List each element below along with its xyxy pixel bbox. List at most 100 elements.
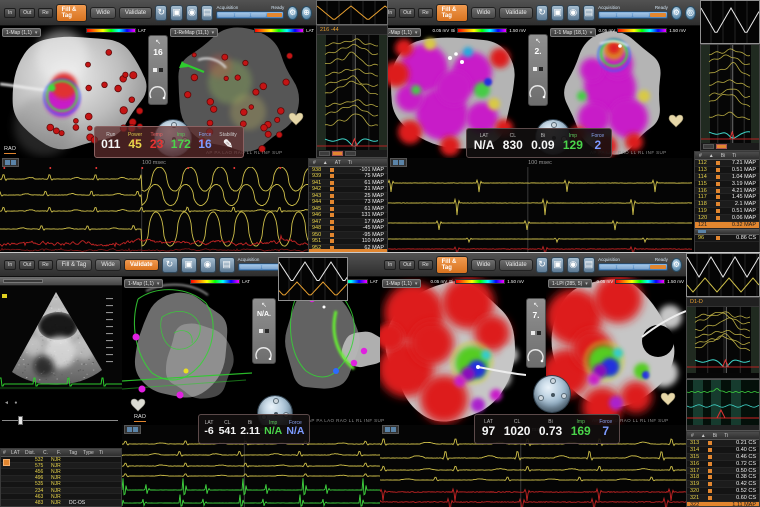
acquisition-segments[interactable] [598,11,668,19]
acquisition-segments[interactable] [216,11,284,19]
acquisition-segments[interactable] [598,263,668,271]
monitor-icon[interactable]: ▣ [551,257,564,273]
tab-wide[interactable]: Wide [471,259,497,271]
dial-steps[interactable] [258,320,270,338]
tab-fill-and-tag[interactable]: Fill & Tag [436,4,468,22]
zoom-dial-panel-br[interactable]: ↖ 7. [526,298,546,368]
point-row[interactable]: 1164.21 MAP [695,188,759,195]
map-title-dropdown[interactable]: 1-Map (1,1)▾ [2,28,41,37]
points-table-br[interactable]: #▲ BiTi 3130.21 CS 3140.40 CS 3150.46 CS… [686,431,760,507]
point-row[interactable]: 3160.72 CS [687,461,759,468]
printer-icon[interactable]: ▤ [219,257,235,273]
view-out-button[interactable]: Out [19,8,35,18]
gear-icon[interactable]: ⚙ [287,6,298,20]
monitor-icon[interactable]: ▣ [170,5,182,21]
tab-wide[interactable]: Wide [95,259,121,271]
annotation-buttons[interactable] [701,143,759,150]
view-in-button[interactable]: In [384,260,396,270]
zoom-dial-panel-bl[interactable]: ↖ N/A. [252,298,276,364]
strip-tools[interactable] [2,158,19,167]
point-row[interactable]: 960.86 CS [695,235,759,242]
strip-tools[interactable] [382,425,399,434]
map-view-br-1[interactable]: 1-Map (1,1)▾ 0.05 mVBi1.50 mV [380,277,526,425]
annotation-viewer-tr[interactable] [700,44,760,151]
view-out-button[interactable]: Out [399,260,415,270]
camera-icon[interactable]: ◉ [186,5,198,21]
power-icon[interactable]: ◎ [685,6,696,20]
ecg-strip-tr[interactable]: 100 msec [388,158,692,253]
tab-validate[interactable]: Validate [119,7,152,19]
acquisition-control[interactable]: AcquisitionReady [216,4,284,21]
view-reset-button[interactable]: Re [418,260,432,270]
signal-review-panel[interactable] [686,379,760,431]
tab-validate[interactable]: Validate [124,259,159,271]
acquisition-control[interactable]: AcquisitionReady [598,256,668,273]
dial-steps[interactable] [530,322,542,340]
point-row[interactable]: 3210.60 CS [687,495,759,502]
printer-icon[interactable]: ▤ [583,257,596,273]
point-row[interactable]: 3140.40 CS [687,447,759,454]
point-row[interactable]: 3170.50 CS [687,468,759,475]
target-icon[interactable]: ⊕ [301,6,312,20]
view-reset-button[interactable]: Re [418,8,432,18]
acquisition-control[interactable]: AcquisitionReady [598,4,668,21]
points-table-tr[interactable]: #▲ BiTi 1127.21 MAP 1130.51 MAP 1141.04 … [694,151,760,253]
point-row[interactable]: 1127.21 MAP [695,160,759,167]
point-row[interactable]: 3190.42 CS [687,481,759,488]
map-title-dropdown[interactable]: 1-Map (1,1)▾ [124,279,163,288]
map-title-dropdown[interactable]: 1-1 Map (18,1)▾ [550,28,596,37]
monitor-icon[interactable]: ▣ [181,257,197,273]
annotation-viewer-br[interactable]: D1-D [686,297,760,379]
refresh-icon[interactable]: ↻ [162,257,178,273]
map-title-dropdown[interactable]: 1-Map (1,1)▾ [382,279,421,288]
orientation-ball-br[interactable] [534,376,570,412]
refresh-icon[interactable]: ↻ [536,257,549,273]
ultrasound-window-title[interactable] [0,277,122,286]
point-row[interactable]: 3221.11 MAP [687,502,759,507]
view-reset-button[interactable]: Re [38,260,52,270]
strip-tools[interactable] [390,158,407,167]
view-out-button[interactable]: Out [19,260,35,270]
points-table-bl[interactable]: # LAT Dist. C. F. Tag Type Ti 532NJR 575… [0,448,122,507]
point-row[interactable]: 3180.38 CS [687,474,759,481]
point-row[interactable]: 1200.06 MAP [695,215,759,222]
point-row[interactable]: 1130.51 MAP [695,167,759,174]
point-row[interactable]: 1210.32 MAP [695,222,759,229]
reference-trace-window-bl[interactable] [278,257,348,301]
view-in-button[interactable]: In [4,260,16,270]
dial-steps[interactable] [532,58,544,76]
reference-trace-window-tr[interactable] [700,0,760,44]
reference-trace-window-tl[interactable] [316,0,388,25]
cine-control[interactable]: ◄ ● [0,396,122,446]
zoom-dial-panel-tr[interactable]: ↖ 2. [528,34,548,106]
tab-validate[interactable]: Validate [499,259,532,271]
strip-tools[interactable] [124,425,141,434]
rewind-icon[interactable]: ◄ [4,400,11,406]
view-in-button[interactable]: In [4,8,16,18]
refresh-icon[interactable]: ↻ [155,5,167,21]
tab-wide[interactable]: Wide [471,7,497,19]
printer-icon[interactable]: ▤ [201,5,213,21]
map-title-dropdown[interactable]: 1-ReMap (11,1)▾ [170,28,218,37]
view-out-button[interactable]: Out [399,8,415,18]
point-row[interactable]: 1141.04 MAP [695,174,759,181]
point-row[interactable]: 1171.45 MAP [695,194,759,201]
tab-validate[interactable]: Validate [499,7,532,19]
monitor-icon[interactable]: ▣ [551,5,564,21]
point-row[interactable]: 3150.46 CS [687,454,759,461]
camera-icon[interactable]: ◉ [200,257,216,273]
reference-trace-window-br[interactable] [686,253,760,297]
printer-icon[interactable]: ▤ [583,5,596,21]
camera-icon[interactable]: ◉ [567,257,580,273]
ultrasound-image[interactable] [0,286,122,390]
zoom-dial-panel-tl[interactable]: ↖ 16 [148,35,168,105]
annotation-buttons[interactable] [317,150,387,157]
view-reset-button[interactable]: Re [38,8,52,18]
point-row[interactable]: 1182.1 MAP [695,201,759,208]
point-row[interactable]: 1190.51 MAP [695,208,759,215]
ecg-strip-tl[interactable]: 100 msec [0,158,308,253]
camera-icon[interactable]: ◉ [567,5,580,21]
point-row[interactable]: 3130.21 CS [687,440,759,447]
refresh-icon[interactable]: ↻ [536,5,549,21]
points-table-tl[interactable]: #▲ ATTi 938 -101 MAP 939 75 MAP 941 61 M… [308,158,388,253]
